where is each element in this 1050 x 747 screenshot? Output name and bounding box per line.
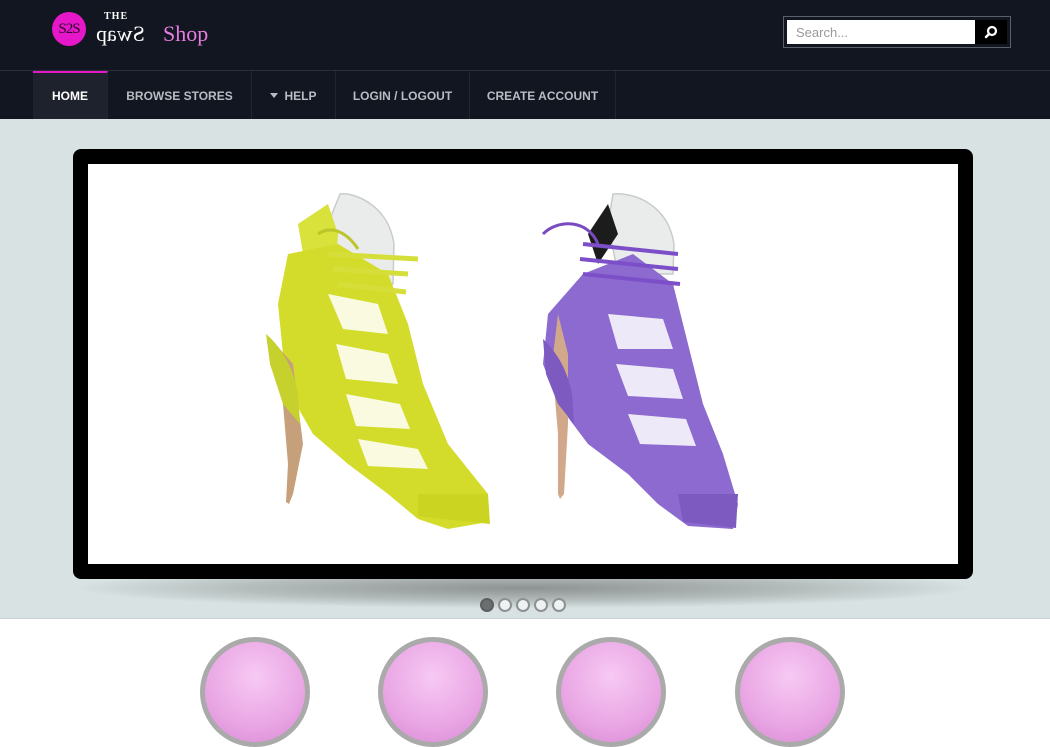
logo-mark: S2S (52, 12, 86, 46)
caret-down-icon (270, 93, 279, 99)
site-logo[interactable]: S2S THE Swap Shop (52, 11, 252, 52)
nav-browse-stores[interactable]: BROWSE STORES (108, 71, 252, 120)
nav-create-account[interactable]: CREATE ACCOUNT (470, 71, 616, 120)
feature-circle-2-fill (383, 642, 483, 742)
nav-home[interactable]: HOME (33, 71, 108, 120)
shoes-illustration (266, 193, 738, 529)
feature-circle-2[interactable] (378, 637, 488, 747)
nav-home-label: HOME (52, 89, 88, 103)
slider-dot-2[interactable] (498, 598, 512, 612)
search-input[interactable] (787, 20, 975, 44)
nav-login-logout[interactable]: LOGIN / LOGOUT (336, 71, 470, 120)
feature-circle-3-fill (561, 642, 661, 742)
feature-circle-4[interactable] (735, 637, 845, 747)
nav-browse-stores-label: BROWSE STORES (126, 89, 233, 103)
slider-dot-3[interactable] (516, 598, 530, 612)
nav-help[interactable]: HELP (252, 71, 336, 120)
yellow-shoe (266, 193, 490, 529)
nav-create-account-label: CREATE ACCOUNT (486, 89, 599, 103)
search-button[interactable] (975, 20, 1007, 44)
main-nav: HOME BROWSE STORES HELP LOGIN / LOGOUT C… (0, 70, 1050, 120)
search-box (783, 16, 1011, 48)
slider-image[interactable] (88, 164, 958, 564)
search-icon (984, 25, 998, 39)
feature-circle-3[interactable] (556, 637, 666, 747)
feature-circle-4-fill (740, 642, 840, 742)
logo-shop: Shop (163, 21, 209, 46)
logo-swap: Swap (96, 21, 145, 46)
slider-dot-5[interactable] (552, 598, 566, 612)
slider-dot-4[interactable] (534, 598, 548, 612)
slider-dot-1[interactable] (480, 598, 494, 612)
nav-help-label: HELP (284, 89, 317, 103)
nav-login-logout-label: LOGIN / LOGOUT (352, 89, 453, 103)
feature-circle-1-fill (205, 642, 305, 742)
feature-circle-1[interactable] (200, 637, 310, 747)
hero-divider (0, 618, 1050, 619)
purple-shoe (541, 193, 738, 529)
site-header: S2S THE Swap Shop (0, 0, 1050, 70)
